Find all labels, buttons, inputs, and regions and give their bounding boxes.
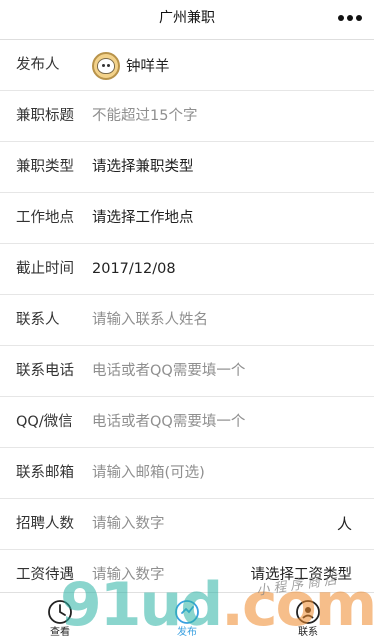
job-post-form: 发布人 钟咩羊 兼职标题 不能超过15个字 兼职类型 请选择兼职类型 工作地点 … [0,40,374,601]
publisher-name: 钟咩羊 [126,59,170,75]
phone-input[interactable]: 电话或者QQ需要填一个 [92,346,245,397]
qq-wechat-label: QQ/微信 [16,414,73,430]
publisher-info: 钟咩羊 [92,40,170,91]
contact-person-label: 联系人 [16,312,60,328]
headcount-label: 招聘人数 [16,516,74,532]
publish-icon [175,600,199,624]
tab-publish[interactable]: 发布 [147,593,227,642]
more-options-icon[interactable] [338,8,362,28]
work-location-row[interactable]: 工作地点 请选择工作地点 [0,193,374,244]
headcount-input[interactable]: 请输入数字 [92,499,165,550]
tab-contact-label: 联系 [298,627,318,638]
avatar [92,51,120,80]
tab-bar: 查看 发布 联系 [0,592,374,642]
job-type-row[interactable]: 兼职类型 请选择兼职类型 [0,142,374,193]
email-label: 联系邮箱 [16,465,74,481]
headcount-row[interactable]: 招聘人数 请输入数字 人 [0,499,374,550]
clock-icon [48,600,72,624]
deadline-date-picker[interactable]: 2017/12/08 [92,244,176,295]
page-title: 广州兼职 [159,10,215,26]
sheep-icon [97,57,115,74]
deadline-row[interactable]: 截止时间 2017/12/08 [0,244,374,295]
job-type-picker[interactable]: 请选择兼职类型 [92,142,194,193]
job-type-label: 兼职类型 [16,159,74,175]
email-row[interactable]: 联系邮箱 请输入邮箱(可选) [0,448,374,499]
work-location-label: 工作地点 [16,210,74,226]
qq-wechat-row[interactable]: QQ/微信 电话或者QQ需要填一个 [0,397,374,448]
publisher-row: 发布人 钟咩羊 [0,40,374,91]
tab-view[interactable]: 查看 [20,593,100,642]
contact-person-input[interactable]: 请输入联系人姓名 [92,295,208,346]
job-title-input[interactable]: 不能超过15个字 [92,91,197,142]
navigation-bar: 广州兼职 [0,0,374,40]
work-location-picker[interactable]: 请选择工作地点 [92,193,194,244]
qq-wechat-input[interactable]: 电话或者QQ需要填一个 [92,397,245,448]
job-title-row[interactable]: 兼职标题 不能超过15个字 [0,91,374,142]
phone-label: 联系电话 [16,363,74,379]
headcount-unit: 人 [336,515,352,533]
publisher-label: 发布人 [16,57,60,73]
tab-view-label: 查看 [50,627,70,638]
tab-contact[interactable]: 联系 [268,593,348,642]
deadline-label: 截止时间 [16,261,74,277]
email-input[interactable]: 请输入邮箱(可选) [92,448,205,499]
tab-publish-label: 发布 [177,627,197,638]
contact-person-row[interactable]: 联系人 请输入联系人姓名 [0,295,374,346]
contact-icon [296,600,320,624]
job-title-label: 兼职标题 [16,108,74,124]
phone-row[interactable]: 联系电话 电话或者QQ需要填一个 [0,346,374,397]
